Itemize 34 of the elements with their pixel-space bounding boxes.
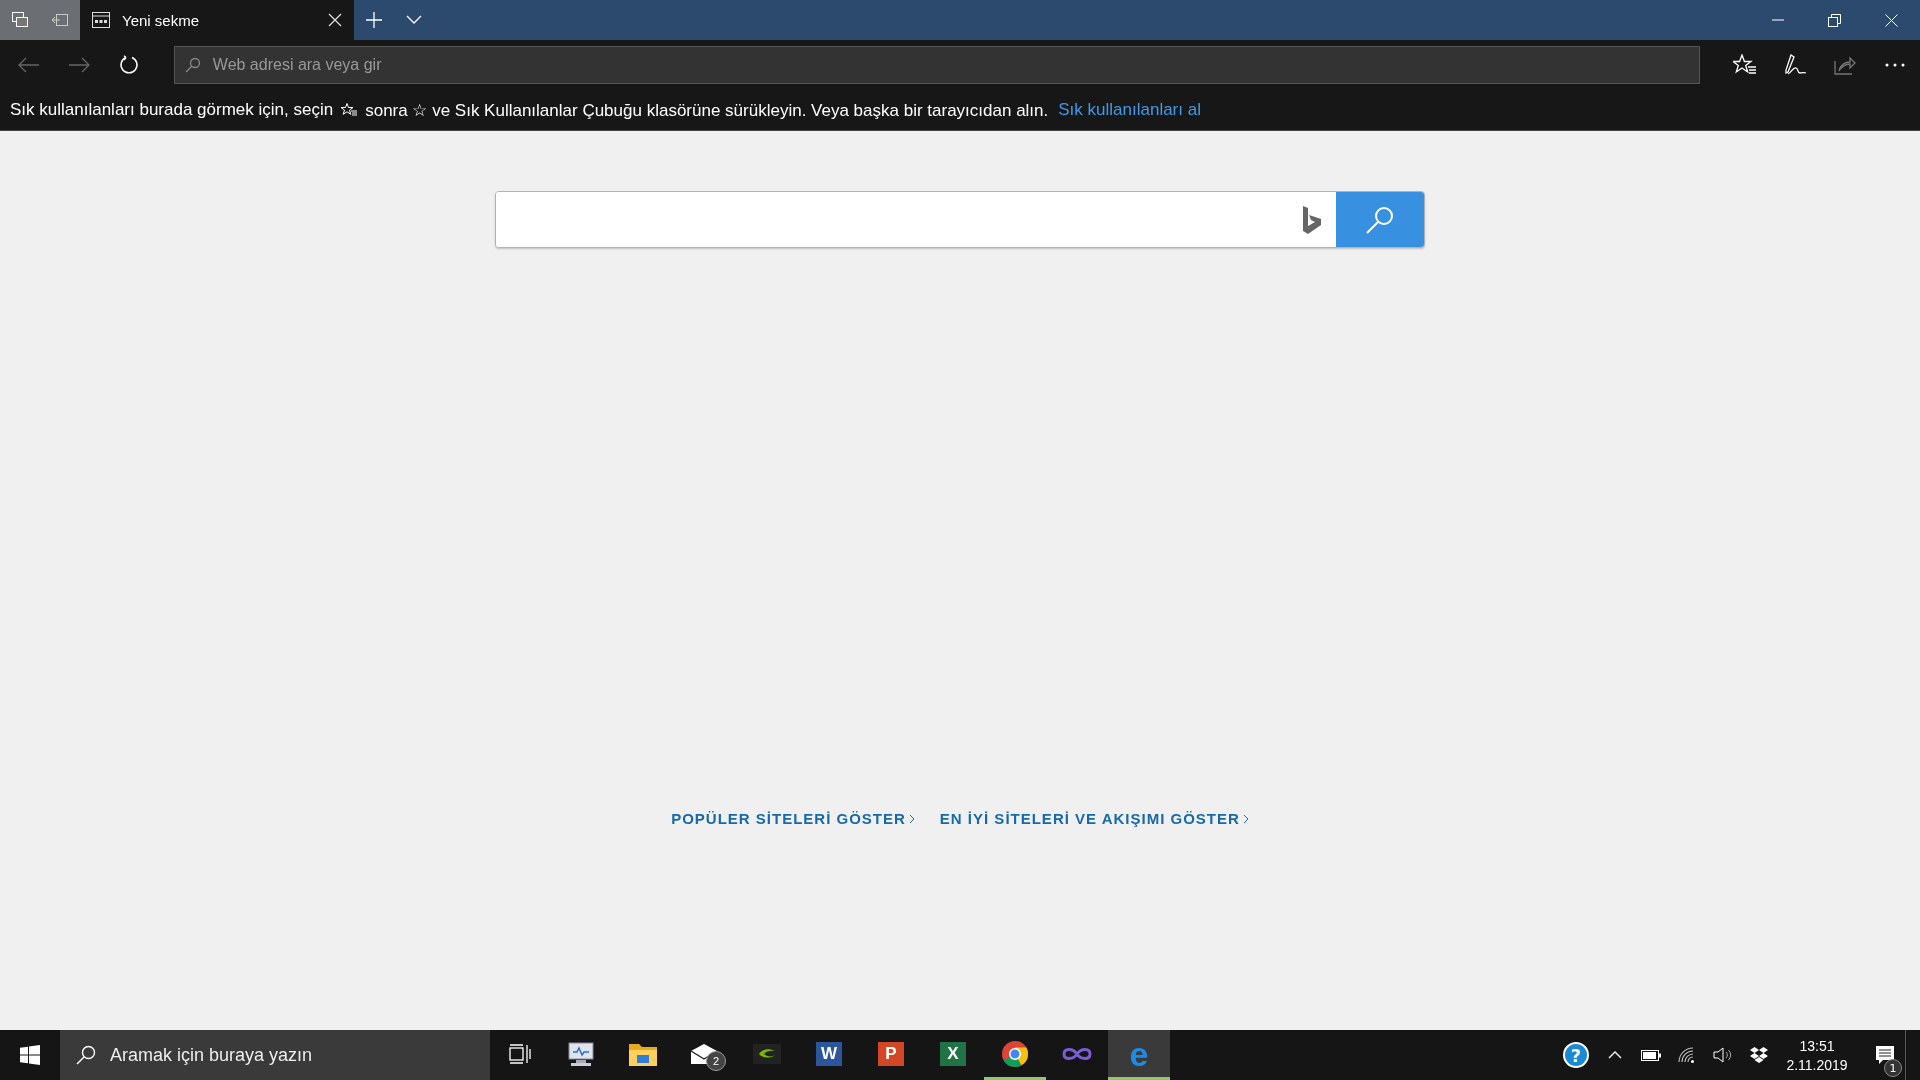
chevron-right-icon	[1242, 813, 1249, 824]
app-letter: X	[940, 1041, 966, 1066]
edge-app-icon[interactable]: e	[1108, 1030, 1170, 1080]
app-letter: P	[878, 1041, 904, 1066]
app-letter: e	[1129, 1036, 1149, 1071]
show-sites-link[interactable]: EN İYİ SİTELERİ VE AKIŞIMI GÖSTER	[939, 810, 1249, 827]
app-letter: W	[816, 1041, 842, 1066]
search-icon	[184, 57, 201, 73]
eye-logo-icon	[753, 1043, 781, 1064]
chevron-right-icon	[908, 813, 915, 824]
monitor-icon	[566, 1039, 596, 1068]
help-icon[interactable]: ?	[1563, 1042, 1589, 1068]
favorites-hint: Sık kullanılanları burada görmek için, seçin	[10, 100, 334, 120]
unread-count-badge: 2	[706, 1051, 726, 1071]
close-icon[interactable]	[328, 13, 342, 27]
notification-count-badge: 1	[1884, 1059, 1902, 1077]
tab-title: Yeni sekme	[122, 11, 200, 29]
bing-logo-icon	[1302, 204, 1322, 235]
time: 13:51	[1799, 1037, 1835, 1054]
taskbar-search-field[interactable]: Aramak için buraya yazın	[60, 1030, 490, 1080]
show-sites-link[interactable]: POPÜLER SİTELERİ GÖSTER	[671, 810, 915, 827]
date: 2.11.2019	[1786, 1056, 1848, 1073]
search-icon	[76, 1045, 96, 1065]
get-favorites-link[interactable]: Sık kullanılanları al	[1058, 100, 1201, 120]
page-icon	[92, 12, 110, 28]
chrome-logo-icon	[1001, 1039, 1029, 1068]
clock[interactable]: 13:51 2.11.2019	[1777, 1030, 1857, 1080]
infinity-icon	[1062, 1045, 1092, 1062]
favorites-hint: sonra ☆ ve Sık Kullanılanlar Çubuğu klasörüne sürükleyin. Veya başka bir tarayıcıdan alın.	[365, 99, 1049, 121]
favorites-list-icon	[341, 103, 358, 117]
address-field[interactable]: Web adresi ara veya gir	[173, 46, 1700, 84]
search-field[interactable]	[495, 191, 1425, 248]
browser-tab[interactable]: Yeni sekme	[80, 0, 354, 40]
search-button[interactable]	[1336, 192, 1424, 247]
